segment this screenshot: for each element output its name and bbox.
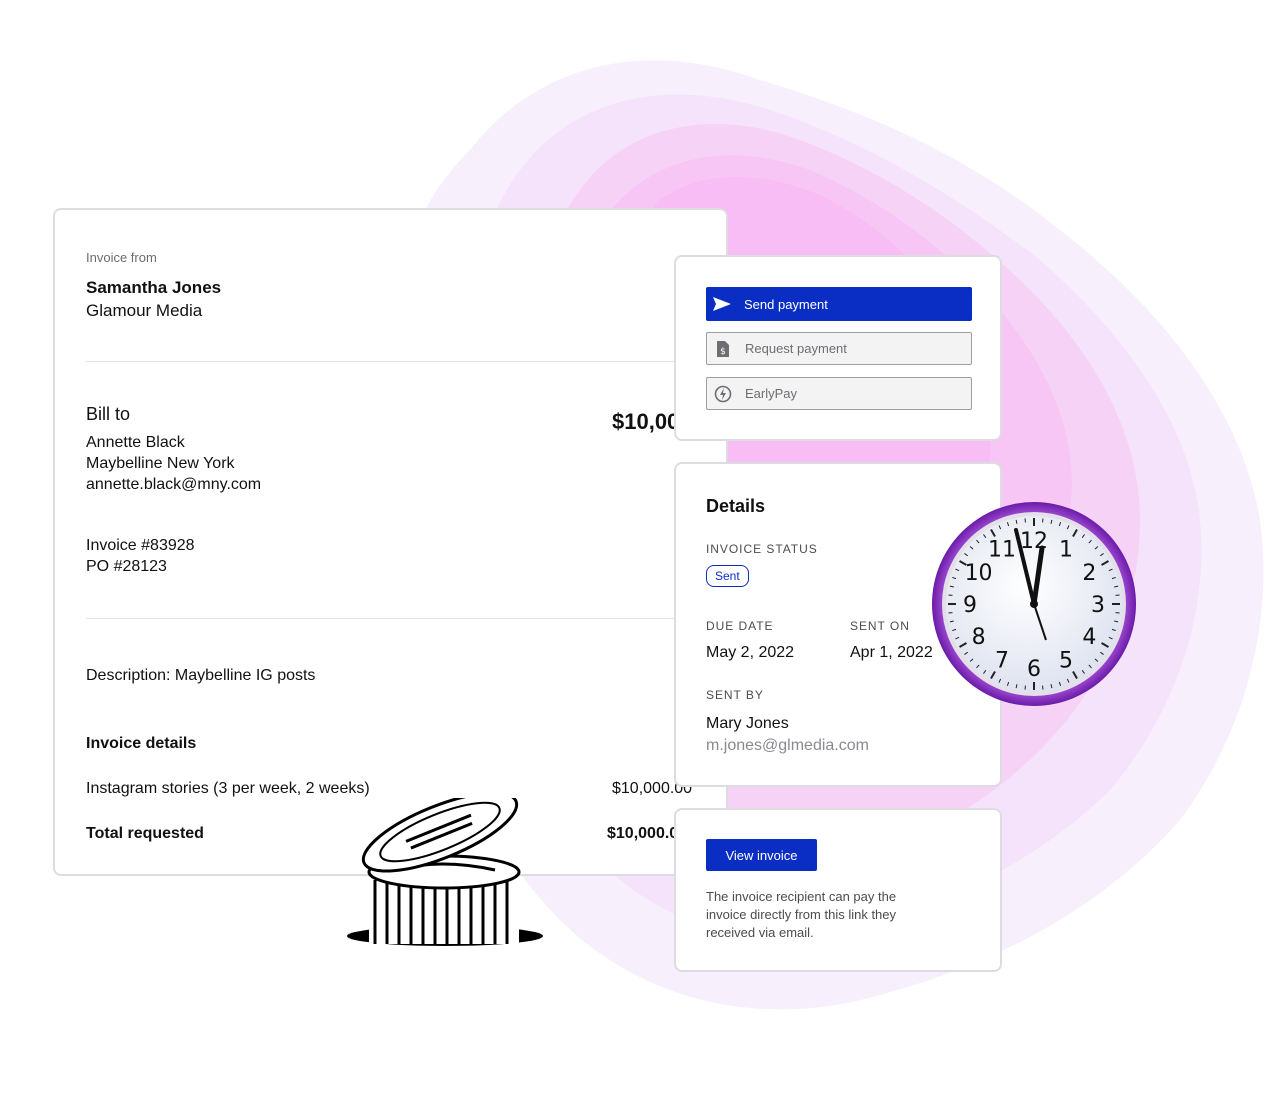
clock-numeral: 5 bbox=[1059, 648, 1073, 673]
sender-name: Samantha Jones bbox=[86, 278, 222, 297]
divider bbox=[86, 618, 695, 619]
view-invoice-button[interactable]: View invoice bbox=[706, 839, 817, 871]
view-invoice-note-line: The invoice recipient can pay the bbox=[706, 889, 897, 904]
status-badge: Sent bbox=[706, 565, 749, 587]
clock-pin bbox=[1030, 600, 1038, 608]
divider bbox=[86, 361, 695, 362]
clock-numeral: 11 bbox=[988, 538, 1016, 563]
due-date-value: May 2, 2022 bbox=[706, 644, 795, 661]
clock-numeral: 10 bbox=[965, 561, 993, 586]
invoice-from-label: Invoice from bbox=[86, 250, 157, 265]
svg-text:$: $ bbox=[720, 347, 726, 357]
clock-numeral: 3 bbox=[1091, 593, 1105, 618]
coin-jar-illustration bbox=[347, 798, 543, 946]
view-invoice-note: The invoice recipient can pay the invoic… bbox=[706, 888, 896, 942]
invoice-card: Invoice from Samantha Jones Glamour Medi… bbox=[53, 208, 728, 876]
clock-illustration: 12 1234567891011 bbox=[932, 502, 1136, 706]
invoice-description: Description: Maybelline IG posts bbox=[86, 667, 316, 684]
invoice-status-label: INVOICE STATUS bbox=[706, 542, 818, 556]
recipient-email: annette.black@mny.com bbox=[86, 476, 262, 493]
recipient-name: Annette Black bbox=[86, 434, 185, 451]
request-payment-button[interactable]: $ Request payment bbox=[706, 332, 972, 365]
invoice-details-heading: Invoice details bbox=[86, 735, 197, 752]
view-invoice-note-line: invoice directly from this link they bbox=[706, 907, 897, 922]
line-item-label: Instagram stories (3 per week, 2 weeks) bbox=[86, 780, 370, 797]
document-dollar-icon: $ bbox=[717, 340, 729, 357]
send-payment-label: Send payment bbox=[744, 296, 828, 312]
clock-numeral: 4 bbox=[1082, 625, 1096, 650]
view-invoice-card: View invoice The invoice recipient can p… bbox=[674, 808, 1002, 972]
po-number: PO #28123 bbox=[86, 558, 167, 575]
total-label: Total requested bbox=[86, 825, 204, 842]
recipient-company: Maybelline New York bbox=[86, 455, 235, 472]
details-heading: Details bbox=[706, 496, 766, 516]
request-payment-label: Request payment bbox=[745, 341, 847, 356]
lightning-circle-icon bbox=[714, 385, 732, 402]
sent-by-email: m.jones@glmedia.com bbox=[706, 737, 869, 754]
invoice-number: Invoice #83928 bbox=[86, 537, 195, 554]
clock-numeral: 1 bbox=[1059, 538, 1073, 563]
clock-numeral: 6 bbox=[1027, 657, 1041, 682]
paper-plane-icon bbox=[713, 297, 731, 311]
send-payment-button[interactable]: Send payment bbox=[706, 287, 972, 321]
clock-numeral: 7 bbox=[995, 648, 1009, 673]
clock-numeral: 2 bbox=[1082, 561, 1096, 586]
clock-numeral: 9 bbox=[963, 593, 977, 618]
view-invoice-note-line: received via email. bbox=[706, 925, 814, 940]
early-pay-button[interactable]: EarlyPay bbox=[706, 377, 972, 410]
clock-numeral: 8 bbox=[972, 625, 986, 650]
bill-to-label: Bill to bbox=[86, 404, 131, 424]
sender-company: Glamour Media bbox=[86, 301, 203, 320]
sent-on-label: SENT ON bbox=[850, 619, 910, 633]
sent-on-value: Apr 1, 2022 bbox=[850, 644, 933, 661]
early-pay-label: EarlyPay bbox=[745, 386, 798, 401]
due-date-label: DUE DATE bbox=[706, 619, 774, 633]
sent-by-label: SENT BY bbox=[706, 688, 764, 702]
sent-by-name: Mary Jones bbox=[706, 715, 789, 732]
actions-card: Send payment $ Request payment EarlyPay bbox=[674, 255, 1002, 441]
